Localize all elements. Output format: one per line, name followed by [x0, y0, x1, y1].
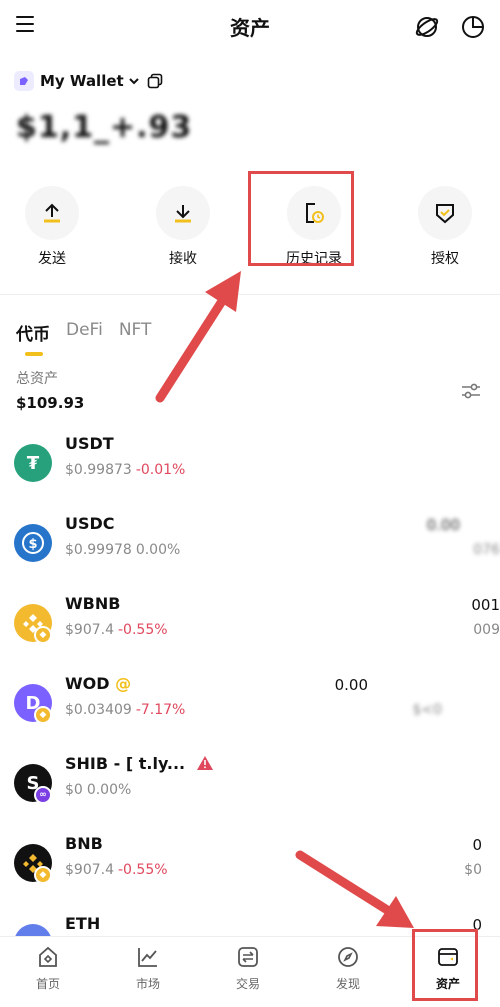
globe-icon[interactable]: [414, 14, 440, 40]
wallet-avatar-icon: [14, 71, 34, 91]
nav-trade-label: 交易: [235, 977, 260, 991]
pie-chart-icon[interactable]: [460, 14, 486, 40]
tab-nft[interactable]: NFT: [119, 320, 152, 360]
wallet-name: My Wallet: [40, 72, 124, 90]
token-symbol-line: WOD @: [65, 674, 131, 693]
tether-logo-icon: ₮: [14, 444, 52, 482]
annotation-arrow-history: [155, 271, 241, 403]
token-change: -7.17%: [135, 702, 186, 718]
home-icon: [39, 946, 57, 967]
annotation-highlight-history: [248, 171, 354, 266]
section-divider: [0, 294, 500, 295]
token-symbol: WBNB: [65, 594, 121, 613]
receive-button[interactable]: 接收: [143, 180, 223, 270]
active-tab-indicator: [25, 352, 43, 356]
tab-defi[interactable]: DeFi: [66, 320, 103, 360]
bnb-chain-badge-icon: ◆: [34, 626, 52, 644]
discover-compass-icon: [338, 947, 358, 967]
token-symbol-line: SHIB - [ t.ly...: [65, 754, 213, 773]
menu-icon[interactable]: [16, 16, 36, 34]
token-symbol: WOD: [65, 674, 110, 693]
annotation-highlight-assets: [412, 929, 478, 1001]
upload-arrow-icon: [44, 203, 60, 223]
filter-settings-icon[interactable]: [460, 381, 482, 401]
token-amount: 001: [471, 596, 500, 614]
token-row-usdt[interactable]: ₮ USDT $0.99873 -0.01%: [0, 428, 500, 508]
token-price-line: $0 0.00%: [65, 782, 131, 798]
usdc-logo-icon: $: [14, 524, 52, 562]
token-amount: 0.00: [426, 516, 460, 534]
token-symbol: ETH: [65, 914, 101, 933]
download-arrow-icon: [175, 205, 191, 223]
wallet-balance: $1,1_+.93: [16, 110, 191, 154]
token-change: -0.55%: [118, 862, 168, 878]
token-row-bnb[interactable]: ◆ BNB $907.4 -0.55% 0 $0: [0, 828, 500, 908]
token-row-wod[interactable]: D ◆ WOD @ $0.03409 -7.17% 0.00 $<0: [0, 668, 500, 748]
token-symbol: USDC: [65, 514, 115, 533]
token-price: $907.4: [65, 622, 114, 638]
nav-trade[interactable]: 交易: [213, 945, 283, 992]
nav-home-label: 首页: [35, 977, 60, 991]
market-chart-icon: [138, 948, 157, 967]
token-price: $0.99978: [65, 542, 132, 558]
verified-badge-icon: @: [115, 674, 132, 693]
token-row-usdc[interactable]: $ USDC $0.99978 0.00% 0.00 076: [0, 508, 500, 588]
send-label: 发送: [38, 251, 66, 267]
warning-icon: [196, 756, 213, 770]
token-price-line: $907.4 -0.55%: [65, 622, 168, 638]
token-value: 076: [473, 542, 500, 558]
token-symbol: USDT: [65, 434, 114, 453]
token-value: $<0: [412, 702, 442, 718]
token-symbol: SHIB - [ t.ly...: [65, 754, 186, 773]
nav-market[interactable]: 市场: [113, 945, 183, 992]
header: 资产: [0, 0, 500, 56]
token-price-line: $0.99873 -0.01%: [65, 462, 185, 478]
token-change: 0.00%: [135, 542, 181, 558]
token-change: -0.55%: [118, 622, 168, 638]
wallet-selector[interactable]: My Wallet: [14, 68, 140, 94]
svg-text:$: $: [28, 537, 37, 552]
token-price: $0.99873: [65, 462, 132, 478]
token-price: $907.4: [65, 862, 114, 878]
token-amount: 0: [472, 836, 482, 854]
token-price-line: $907.4 -0.55%: [65, 862, 168, 878]
send-button[interactable]: 发送: [12, 180, 92, 270]
bnb-chain-badge-icon: ◆: [34, 866, 52, 884]
chevron-down-icon: [128, 78, 139, 85]
nav-market-label: 市场: [135, 977, 160, 991]
swap-icon: [238, 947, 258, 967]
link-chain-badge-icon: ∞: [34, 786, 52, 804]
authorize-shield-icon: [436, 204, 454, 224]
token-row-wbnb[interactable]: ◆ WBNB $907.4 -0.55% 001 009: [0, 588, 500, 668]
token-price-line: $0.03409 -7.17%: [65, 702, 185, 718]
token-price: $0: [65, 782, 83, 798]
total-assets-value: $109.93: [16, 394, 85, 412]
copy-icon[interactable]: [147, 73, 163, 89]
token-value: $0: [464, 862, 482, 878]
receive-label: 接收: [169, 251, 197, 267]
authorize-button[interactable]: 授权: [405, 180, 485, 270]
token-row-shib[interactable]: S ∞ SHIB - [ t.ly... $0 0.00%: [0, 748, 500, 828]
token-amount: 0.00: [334, 676, 368, 694]
token-change: 0.00%: [86, 782, 132, 798]
token-change: -0.01%: [135, 462, 186, 478]
token-price: $0.03409: [65, 702, 132, 718]
token-value: 009: [473, 622, 500, 638]
token-price-line: $0.99978 0.00%: [65, 542, 180, 558]
total-assets-label: 总资产: [16, 371, 58, 387]
bnb-chain-badge-icon: ◆: [34, 706, 52, 724]
balance-masked-text: $1,1_+.93: [16, 110, 193, 145]
token-symbol: BNB: [65, 834, 103, 853]
nav-discover-label: 发现: [335, 977, 360, 991]
eth-logo-icon: ◆: [14, 924, 52, 936]
nav-home[interactable]: 首页: [13, 945, 83, 992]
nav-discover[interactable]: 发现: [313, 945, 383, 992]
authorize-label: 授权: [431, 251, 459, 267]
